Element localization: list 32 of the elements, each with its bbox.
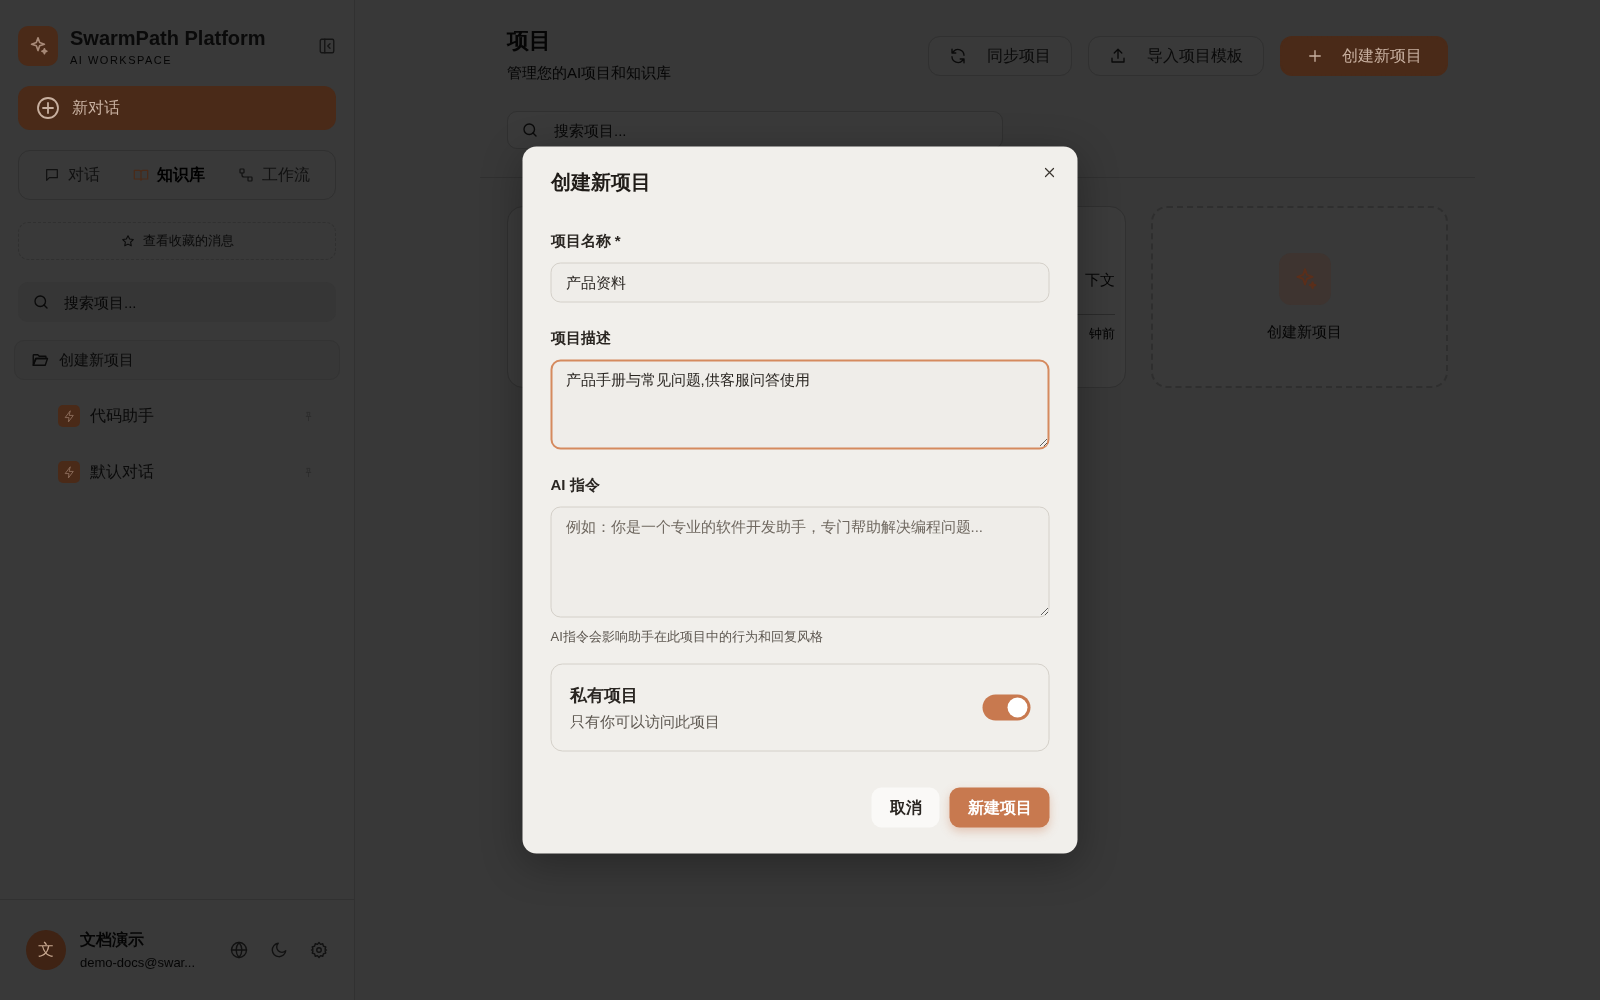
modal-title: 创建新项目 bbox=[550, 169, 652, 195]
name-input[interactable]: 产品资料 bbox=[550, 262, 1050, 303]
field-label: AI 指令 bbox=[550, 475, 601, 495]
plus-icon bbox=[1306, 47, 1324, 65]
search-icon bbox=[32, 293, 50, 311]
private-toggle[interactable] bbox=[982, 694, 1031, 721]
new-chat-button[interactable]: 新对话 bbox=[18, 86, 336, 130]
folder-icon bbox=[31, 351, 49, 369]
field-label: 项目描述 bbox=[550, 328, 612, 348]
upload-icon bbox=[1109, 47, 1127, 65]
search-icon bbox=[521, 121, 539, 139]
sidebar-collapse-icon[interactable] bbox=[318, 37, 336, 55]
setting-description: 只有你可以访问此项目 bbox=[569, 712, 721, 732]
field-label: 项目名称 * bbox=[550, 231, 622, 251]
create-project-button[interactable]: 创建新项目 bbox=[1280, 36, 1448, 76]
sidebar-tab[interactable]: 知识库 bbox=[125, 158, 213, 192]
user-avatar: 文 bbox=[26, 930, 66, 970]
book-icon bbox=[133, 167, 149, 183]
instructions-textarea[interactable]: 例如：你是一个专业的软件开发助手，专门帮助解决编程问题... bbox=[550, 506, 1050, 618]
star-icon bbox=[120, 234, 135, 248]
cancel-button[interactable]: 取消 bbox=[871, 787, 940, 828]
refresh-icon bbox=[949, 47, 967, 65]
plus-circle-icon bbox=[36, 96, 60, 120]
globe-icon[interactable] bbox=[230, 941, 248, 959]
setting-title: 私有项目 bbox=[569, 684, 639, 707]
flow-icon bbox=[238, 167, 255, 183]
field-hint: AI指令会影响助手在此项目中的行为和回复风格 bbox=[550, 627, 824, 646]
chat-icon bbox=[43, 167, 60, 183]
create-button[interactable]: 新建项目 bbox=[949, 787, 1050, 828]
moon-icon[interactable] bbox=[270, 941, 288, 959]
settings-icon[interactable] bbox=[310, 941, 328, 959]
description-textarea[interactable]: 产品手册与常见问题,供客服问答使用 bbox=[550, 359, 1050, 450]
